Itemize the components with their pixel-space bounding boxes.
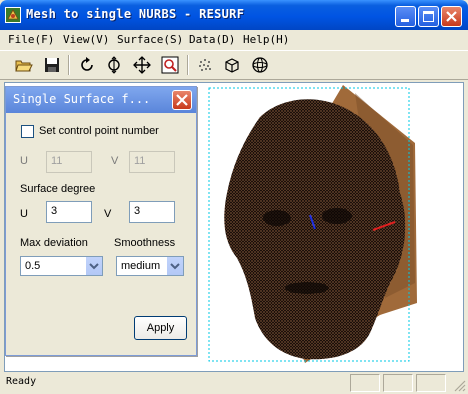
minimize-button[interactable] bbox=[395, 6, 416, 27]
cube-icon[interactable] bbox=[222, 55, 242, 75]
menu-file[interactable]: File(F) bbox=[8, 33, 54, 46]
toolbar-separator bbox=[68, 55, 70, 75]
close-button[interactable] bbox=[441, 6, 462, 27]
panel-title-bar[interactable]: Single Surface f... bbox=[6, 87, 196, 113]
maximize-button[interactable] bbox=[418, 6, 439, 27]
smoothness-label: Smoothness bbox=[114, 237, 176, 249]
window-title: Mesh to single NURBS - RESURF bbox=[26, 7, 245, 21]
application-window: Mesh to single NURBS - RESURF File(F) Vi… bbox=[0, 0, 468, 394]
zoom-icon[interactable] bbox=[104, 55, 124, 75]
chevron-down-icon[interactable] bbox=[85, 257, 102, 275]
app-icon bbox=[5, 7, 21, 23]
open-icon[interactable] bbox=[14, 55, 34, 75]
control-point-label: Set control point number bbox=[39, 125, 159, 137]
surface-degree-label: Surface degree bbox=[20, 183, 96, 195]
point-cloud-icon[interactable] bbox=[195, 55, 215, 75]
menu-data[interactable]: Data(D) bbox=[189, 33, 235, 46]
status-panel bbox=[383, 374, 413, 392]
zoom-window-icon[interactable] bbox=[160, 55, 180, 75]
u-count-field: 11 bbox=[46, 151, 92, 173]
u-degree-field[interactable]: 3 bbox=[46, 201, 92, 223]
status-bar: Ready bbox=[0, 372, 468, 394]
sphere-icon[interactable] bbox=[250, 55, 270, 75]
pan-icon[interactable] bbox=[132, 55, 152, 75]
u-count-label: U bbox=[20, 155, 28, 167]
rotate-icon[interactable] bbox=[77, 55, 97, 75]
mesh-head bbox=[224, 99, 406, 360]
status-panel bbox=[350, 374, 380, 392]
panel-close-button[interactable] bbox=[172, 90, 192, 110]
max-deviation-dropdown[interactable]: 0.5 bbox=[20, 256, 103, 276]
v-count-label: V bbox=[111, 155, 119, 167]
apply-button[interactable]: Apply bbox=[134, 316, 187, 340]
v-degree-label: V bbox=[104, 208, 112, 220]
menu-view[interactable]: View(V) bbox=[63, 33, 109, 46]
control-point-checkbox[interactable] bbox=[21, 125, 34, 138]
menu-help[interactable]: Help(H) bbox=[243, 33, 289, 46]
max-deviation-value: 0.5 bbox=[25, 260, 41, 272]
smoothness-dropdown[interactable]: medium bbox=[116, 256, 184, 276]
toolbar bbox=[0, 50, 468, 80]
v-count-field: 11 bbox=[129, 151, 175, 173]
v-degree-field[interactable]: 3 bbox=[129, 201, 175, 223]
single-surface-panel: Single Surface f... Set control point nu… bbox=[5, 86, 197, 356]
status-panel bbox=[416, 374, 446, 392]
panel-title: Single Surface f... bbox=[13, 92, 151, 106]
max-deviation-label: Max deviation bbox=[20, 237, 88, 249]
status-text: Ready bbox=[6, 376, 37, 387]
menu-bar: File(F) View(V) Surface(S) Data(D) Help(… bbox=[0, 30, 468, 50]
title-bar[interactable]: Mesh to single NURBS - RESURF bbox=[0, 0, 468, 30]
toolbar-separator bbox=[187, 55, 189, 75]
chevron-down-icon[interactable] bbox=[166, 257, 183, 275]
smoothness-value: medium bbox=[121, 260, 161, 272]
u-degree-label: U bbox=[20, 208, 28, 220]
resize-grip-icon[interactable] bbox=[452, 378, 466, 392]
menu-surface[interactable]: Surface(S) bbox=[117, 33, 183, 46]
save-icon[interactable] bbox=[42, 55, 62, 75]
